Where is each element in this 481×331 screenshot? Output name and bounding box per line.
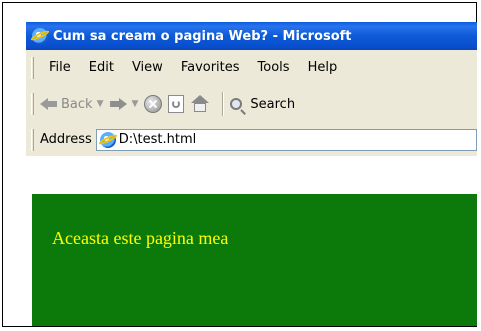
page-content: Aceasta este pagina mea	[32, 194, 477, 326]
menu-help[interactable]: Help	[299, 60, 347, 75]
home-button[interactable]	[190, 95, 210, 113]
refresh-icon	[168, 95, 185, 113]
standard-toolbar: Back ▼ ▼ Search	[26, 85, 477, 124]
search-label: Search	[250, 96, 296, 112]
menu-favorites[interactable]: Favorites	[172, 60, 249, 75]
menu-file[interactable]: File	[40, 60, 80, 75]
stop-icon	[144, 95, 163, 113]
forward-dropdown-icon[interactable]: ▼	[131, 99, 138, 109]
page-text: Aceasta este pagina mea	[52, 228, 229, 248]
toolbar-separator	[222, 92, 225, 116]
back-arrow-icon	[40, 97, 58, 111]
menu-edit[interactable]: Edit	[80, 60, 123, 75]
forward-arrow-icon	[109, 97, 128, 111]
address-input[interactable]: D:\test.html	[95, 128, 477, 151]
browser-window: Cum sa cream o pagina Web? - Microsoft F…	[26, 22, 477, 326]
search-icon	[230, 98, 243, 110]
address-value[interactable]: D:\test.html	[119, 132, 196, 147]
title-bar[interactable]: Cum sa cream o pagina Web? - Microsoft	[26, 22, 477, 50]
back-label: Back	[61, 96, 93, 112]
address-label: Address	[40, 132, 92, 147]
page-icon	[99, 131, 116, 148]
address-bar: Address D:\test.html	[26, 123, 477, 157]
menu-bar-grip[interactable]	[31, 56, 34, 79]
home-icon	[190, 95, 210, 113]
back-button[interactable]: Back ▼	[40, 97, 103, 112]
window-title: Cum sa cream o pagina Web? - Microsoft	[53, 28, 352, 44]
forward-button[interactable]: ▼	[109, 97, 138, 111]
address-bar-grip[interactable]	[31, 128, 34, 151]
search-button[interactable]: Search	[230, 97, 295, 112]
toolbar-grip[interactable]	[31, 93, 34, 115]
back-dropdown-icon[interactable]: ▼	[97, 99, 104, 109]
menu-view[interactable]: View	[123, 60, 172, 75]
menu-bar: File Edit View Favorites Tools Help	[26, 50, 477, 86]
internet-explorer-icon	[32, 28, 48, 44]
menu-tools[interactable]: Tools	[249, 60, 299, 75]
content-top-gap	[26, 156, 477, 194]
refresh-button[interactable]	[168, 95, 185, 113]
stop-button[interactable]	[144, 95, 163, 113]
